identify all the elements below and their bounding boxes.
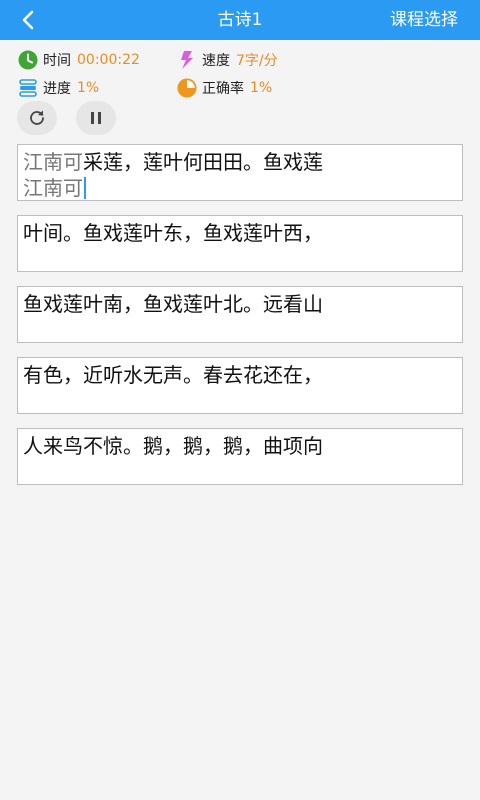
- progress-label: 进度: [43, 81, 71, 97]
- stat-progress: 进度 1%: [18, 76, 99, 100]
- pie-chart-icon: [177, 78, 197, 98]
- accuracy-value: 1%: [250, 80, 273, 96]
- stat-speed: 速度 7字/分: [177, 48, 278, 72]
- reset-button[interactable]: [17, 101, 57, 135]
- refresh-icon: [30, 110, 44, 125]
- top-bar: 古诗1 课程选择: [0, 0, 480, 40]
- stack-icon: [18, 78, 38, 98]
- typing-line-4[interactable]: 有色，近听水无声。春去花还在，: [17, 357, 463, 414]
- text-caret: [84, 177, 86, 199]
- course-select-button[interactable]: 课程选择: [390, 0, 458, 40]
- source-text: 有色，近听水无声。春去花还在，: [23, 363, 323, 387]
- typing-line-1[interactable]: 江南可采莲，莲叶何田田。鱼戏莲 江南可: [17, 144, 463, 201]
- clock-icon: [18, 50, 38, 70]
- stats-panel: 时间 00:00:22 速度 7字/分 进度 1% 正确率 1%: [0, 40, 480, 102]
- time-label: 时间: [43, 53, 71, 69]
- pause-icon: [91, 112, 101, 124]
- source-text: 人来鸟不惊。鹅，鹅，鹅，曲项向: [23, 434, 323, 458]
- stat-time: 时间 00:00:22: [18, 48, 140, 72]
- typed-source-prefix: 江南可: [23, 150, 83, 174]
- chevron-left-icon: [22, 10, 34, 30]
- remaining-source-text: 采莲，莲叶何田田。鱼戏莲: [83, 150, 323, 174]
- typed-input-text: 江南可: [23, 176, 83, 200]
- typing-input[interactable]: 江南可: [23, 175, 458, 201]
- time-value: 00:00:22: [77, 52, 140, 68]
- stat-accuracy: 正确率 1%: [177, 76, 272, 100]
- typing-line-5[interactable]: 人来鸟不惊。鹅，鹅，鹅，曲项向: [17, 428, 463, 485]
- speed-label: 速度: [202, 53, 230, 69]
- source-text: 江南可采莲，莲叶何田田。鱼戏莲: [23, 149, 458, 175]
- source-text: 鱼戏莲叶南，鱼戏莲叶北。远看山: [23, 292, 323, 316]
- accuracy-label: 正确率: [202, 81, 244, 97]
- progress-value: 1%: [77, 80, 100, 96]
- pause-button[interactable]: [76, 101, 116, 135]
- lightning-icon: [177, 50, 197, 70]
- back-button[interactable]: [12, 6, 44, 34]
- typing-line-2[interactable]: 叶间。鱼戏莲叶东，鱼戏莲叶西，: [17, 215, 463, 272]
- speed-value: 7字/分: [236, 53, 278, 69]
- typing-line-3[interactable]: 鱼戏莲叶南，鱼戏莲叶北。远看山: [17, 286, 463, 343]
- source-text: 叶间。鱼戏莲叶东，鱼戏莲叶西，: [23, 221, 323, 245]
